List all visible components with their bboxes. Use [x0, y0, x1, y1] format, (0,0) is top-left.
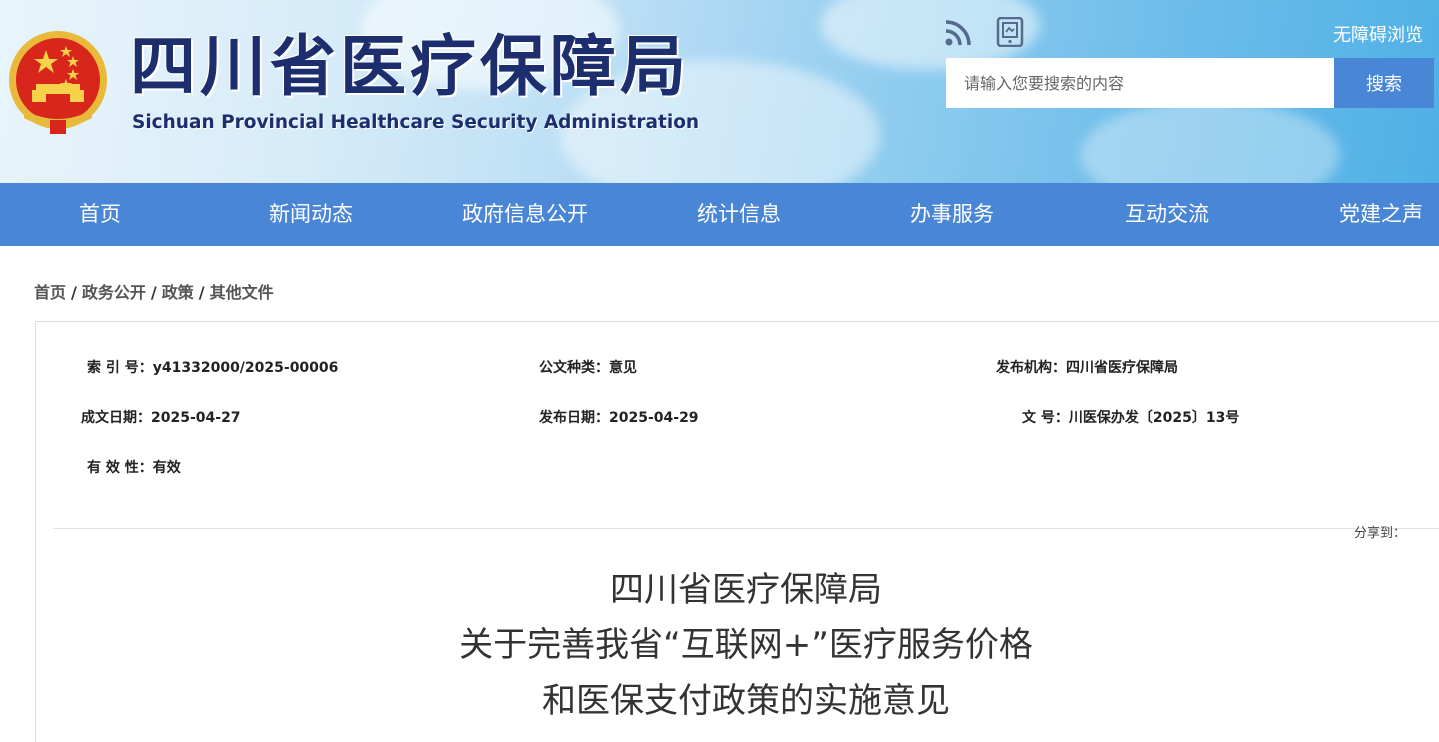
meta-published: 发布日期：2025-04-29: [539, 407, 699, 427]
document-title-line2: 关于完善我省“互联网+”医疗服务价格: [459, 625, 1033, 665]
site-header: 四川省医疗保障局 Sichuan Provincial Healthcare S…: [0, 0, 1439, 183]
document-title-line1: 四川省医疗保障局: [610, 570, 882, 610]
meta-label: 有 效 性：: [87, 460, 153, 476]
rss-icon[interactable]: [944, 17, 974, 47]
breadcrumb-item[interactable]: 政策: [162, 283, 194, 302]
meta-created: 成文日期：2025-04-27: [81, 407, 241, 427]
meta-label: 发布机构：: [996, 360, 1066, 376]
breadcrumb-separator: /: [150, 283, 157, 302]
meta-label: 索 引 号：: [87, 360, 153, 376]
search-button[interactable]: 搜索: [1334, 58, 1434, 108]
national-emblem-icon: [9, 31, 107, 134]
meta-validity: 有 效 性：有效: [87, 457, 181, 477]
breadcrumb-separator: /: [198, 283, 205, 302]
nav-item-party[interactable]: 党建之声: [1339, 183, 1423, 246]
meta-value: 意见: [609, 360, 637, 376]
nav-item-home[interactable]: 首页: [79, 183, 121, 246]
breadcrumb-item[interactable]: 首页: [34, 283, 66, 302]
mobile-icon[interactable]: [996, 17, 1024, 47]
breadcrumb: 首页 / 政务公开 / 政策 / 其他文件: [34, 279, 274, 303]
meta-label: 公文种类：: [539, 360, 609, 376]
meta-type: 公文种类：意见: [539, 357, 637, 377]
search-input[interactable]: [946, 58, 1334, 108]
meta-value: 2025-04-29: [609, 410, 699, 426]
meta-label: 发布日期：: [539, 410, 609, 426]
accessibility-link[interactable]: 无障碍浏览: [1333, 21, 1423, 47]
site-title: 四川省医疗保障局: [130, 28, 690, 105]
header-cloud: [1080, 100, 1340, 183]
meta-value: 四川省医疗保障局: [1066, 360, 1178, 376]
meta-value: y41332000/2025-00006: [152, 360, 339, 376]
meta-docno: 文 号：川医保办发〔2025〕13号: [1022, 407, 1239, 427]
nav-item-interaction[interactable]: 互动交流: [1125, 183, 1209, 246]
nav-item-services[interactable]: 办事服务: [910, 183, 994, 246]
main-nav: 首页 新闻动态 政府信息公开 统计信息 办事服务 互动交流 党建之声: [0, 183, 1439, 246]
meta-value: 2025-04-27: [151, 410, 241, 426]
nav-item-gov-info[interactable]: 政府信息公开: [462, 183, 588, 246]
meta-label: 成文日期：: [81, 410, 151, 426]
meta-org: 发布机构：四川省医疗保障局: [996, 357, 1178, 377]
meta-index: 索 引 号：y41332000/2025-00006: [87, 357, 338, 377]
breadcrumb-separator: /: [71, 283, 77, 302]
meta-label: 文 号：: [1022, 410, 1069, 426]
meta-value: 有效: [152, 460, 181, 476]
breadcrumb-item[interactable]: 其他文件: [210, 283, 274, 302]
breadcrumb-item[interactable]: 政务公开: [82, 283, 146, 302]
share-label: 分享到：: [1354, 526, 1407, 541]
site-subtitle: Sichuan Provincial Healthcare Security A…: [132, 112, 700, 133]
meta-divider: [53, 528, 1439, 529]
nav-item-news[interactable]: 新闻动态: [269, 183, 353, 246]
meta-value: 川医保办发〔2025〕13号: [1068, 410, 1240, 426]
document-title-line3: 和医保支付政策的实施意见: [542, 681, 950, 721]
nav-item-statistics[interactable]: 统计信息: [697, 183, 781, 246]
